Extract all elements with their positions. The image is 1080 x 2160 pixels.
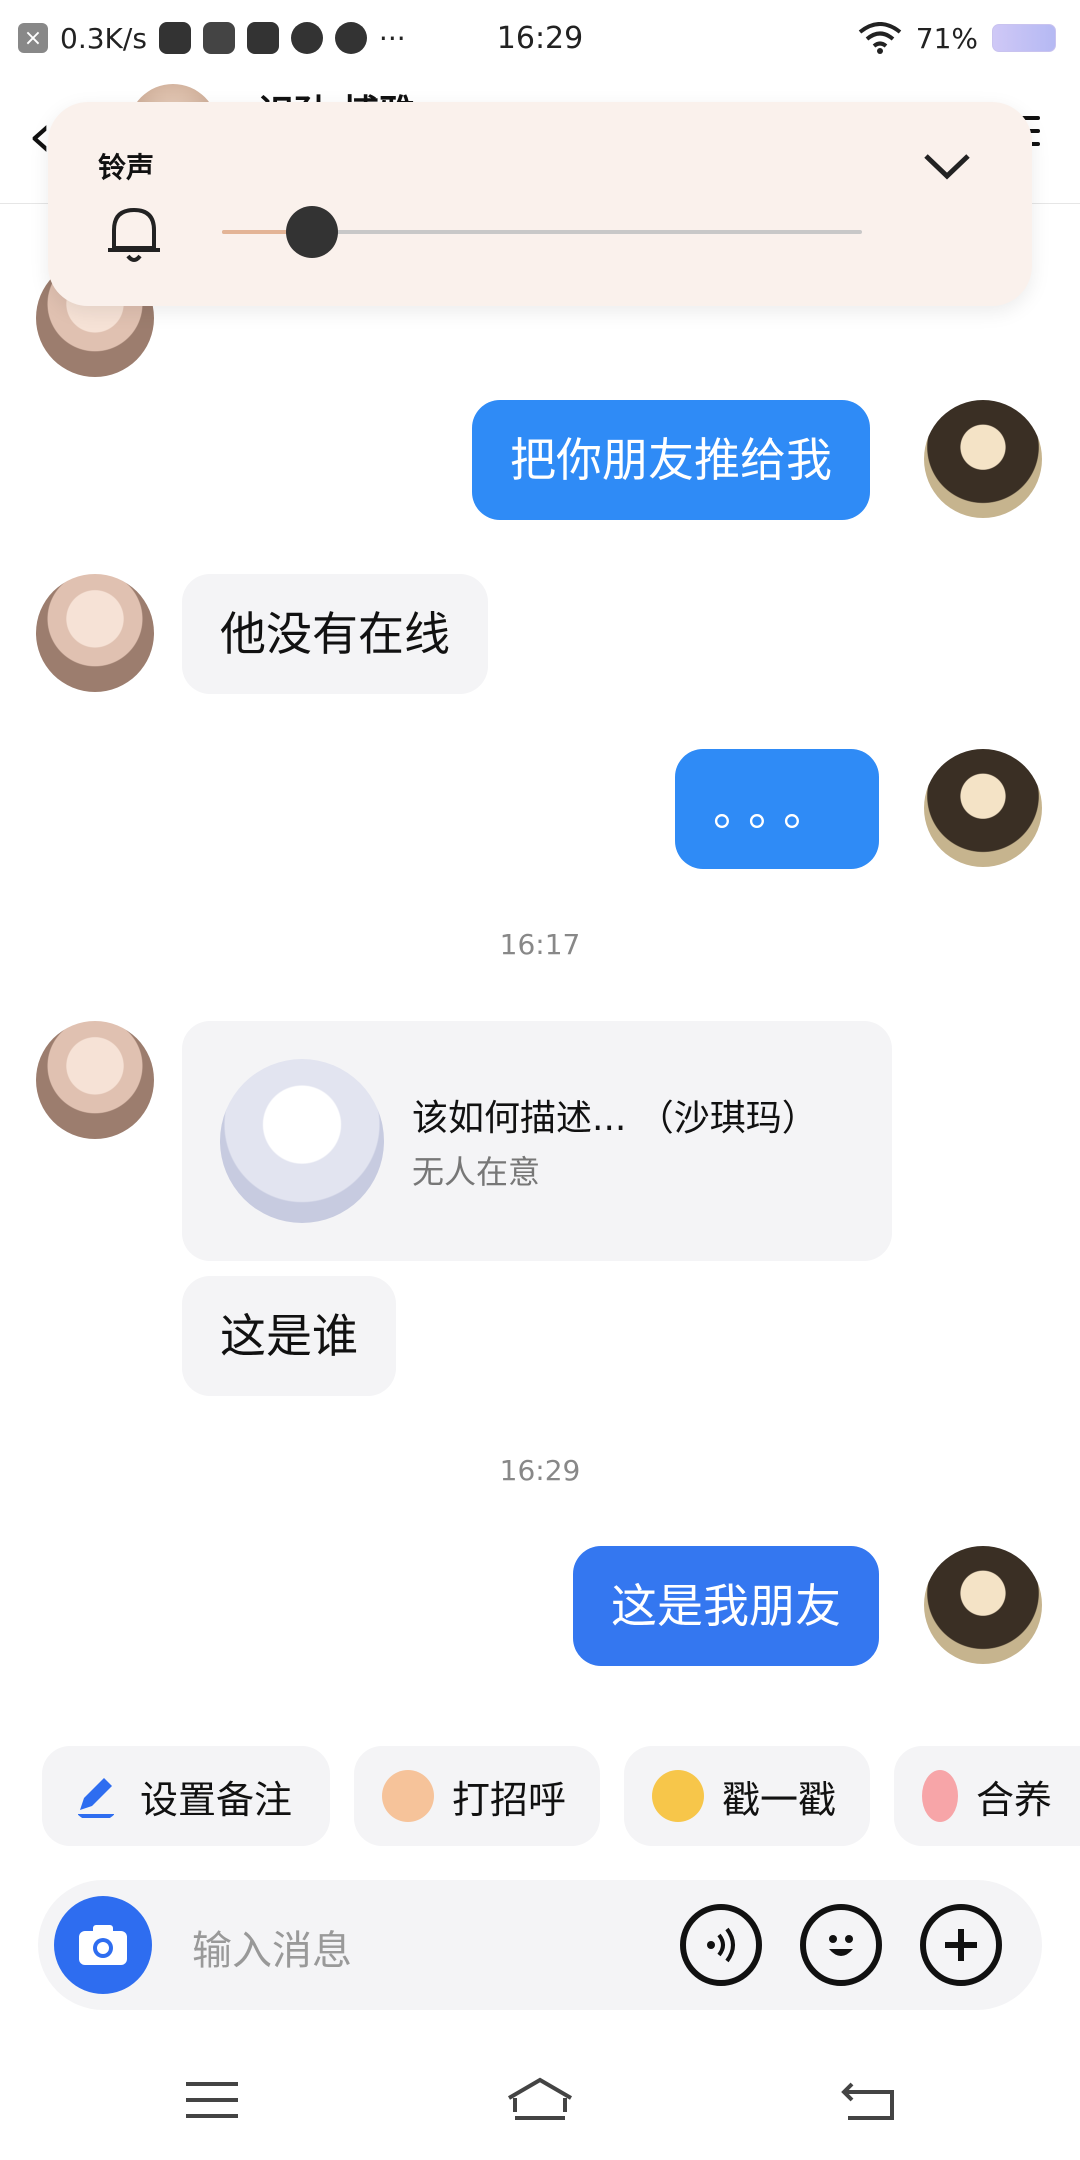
volume-label: 铃声 bbox=[98, 151, 155, 184]
wave-hand-icon bbox=[382, 1770, 434, 1822]
voice-icon bbox=[707, 1927, 735, 1963]
bell-icon[interactable] bbox=[104, 198, 164, 268]
chat-area: 把你朋友推给我 他没有在线 。。。 16:17 该如何描述... （沙琪玛） 无… bbox=[0, 204, 1080, 1744]
shared-contact-signature: 无人在意 bbox=[412, 1153, 541, 1191]
message-input[interactable]: 输入消息 bbox=[192, 1918, 352, 1976]
volume-slider[interactable] bbox=[222, 206, 862, 258]
status-right: 71% bbox=[858, 22, 1056, 55]
say-hi-button[interactable]: 打招呼 bbox=[354, 1746, 600, 1846]
system-nav-bar bbox=[0, 2040, 1080, 2160]
wifi-icon bbox=[858, 22, 902, 54]
edit-icon bbox=[78, 1778, 114, 1818]
pet-icon bbox=[922, 1770, 958, 1822]
emoji-button[interactable] bbox=[800, 1904, 882, 1986]
chevron-down-icon[interactable] bbox=[922, 146, 972, 186]
status-bar: × 0.3K/s ··· 16:29 71% bbox=[0, 0, 1080, 76]
friend-avatar[interactable] bbox=[36, 574, 154, 692]
camera-icon bbox=[79, 1925, 127, 1965]
shared-contact-card[interactable]: 该如何描述... （沙琪玛） 无人在意 bbox=[182, 1021, 892, 1261]
shared-contact-name: 该如何描述... （沙琪玛） bbox=[412, 1098, 818, 1139]
message-timestamp: 16:29 bbox=[499, 1454, 581, 1487]
poke-button[interactable]: 戳一戳 bbox=[624, 1746, 870, 1846]
plus-icon bbox=[945, 1929, 977, 1961]
battery-icon bbox=[992, 24, 1056, 52]
ringtone-volume-panel: 铃声 bbox=[48, 102, 1032, 306]
message-input-bar: 输入消息 bbox=[38, 1880, 1042, 2010]
home-icon[interactable] bbox=[505, 2076, 575, 2124]
voice-button[interactable] bbox=[680, 1904, 762, 1986]
my-avatar[interactable] bbox=[924, 749, 1042, 867]
friend-avatar[interactable] bbox=[36, 1021, 154, 1139]
message-bubble-outgoing: 这是我朋友 bbox=[573, 1546, 879, 1666]
camera-button[interactable] bbox=[54, 1896, 152, 1994]
battery-percent: 71% bbox=[915, 21, 978, 55]
set-remark-label: 设置备注 bbox=[140, 1777, 293, 1822]
recent-apps-icon[interactable] bbox=[182, 2076, 242, 2124]
message-bubble-outgoing: 把你朋友推给我 bbox=[472, 400, 870, 520]
shared-contact-avatar bbox=[220, 1059, 384, 1223]
message-bubble-incoming: 这是谁 bbox=[182, 1276, 396, 1396]
co-raise-label: 合养 bbox=[975, 1777, 1052, 1822]
smile-icon bbox=[829, 1935, 853, 1956]
message-bubble-incoming: 他没有在线 bbox=[182, 574, 488, 694]
message-bubble-outgoing: 。。。 bbox=[675, 749, 879, 869]
poke-emoji-icon bbox=[652, 1770, 704, 1822]
more-button[interactable] bbox=[920, 1904, 1002, 1986]
say-hi-label: 打招呼 bbox=[452, 1777, 567, 1822]
poke-label: 戳一戳 bbox=[722, 1777, 837, 1822]
volume-slider-thumb[interactable] bbox=[286, 206, 338, 258]
quick-actions-bar: 设置备注 打招呼 戳一戳 合养 bbox=[0, 1746, 1080, 1854]
my-avatar[interactable] bbox=[924, 1546, 1042, 1664]
back-icon[interactable] bbox=[838, 2076, 898, 2124]
set-remark-button[interactable]: 设置备注 bbox=[42, 1746, 330, 1846]
my-avatar[interactable] bbox=[924, 400, 1042, 518]
message-timestamp: 16:17 bbox=[499, 928, 581, 961]
co-raise-button[interactable]: 合养 bbox=[894, 1746, 1080, 1846]
